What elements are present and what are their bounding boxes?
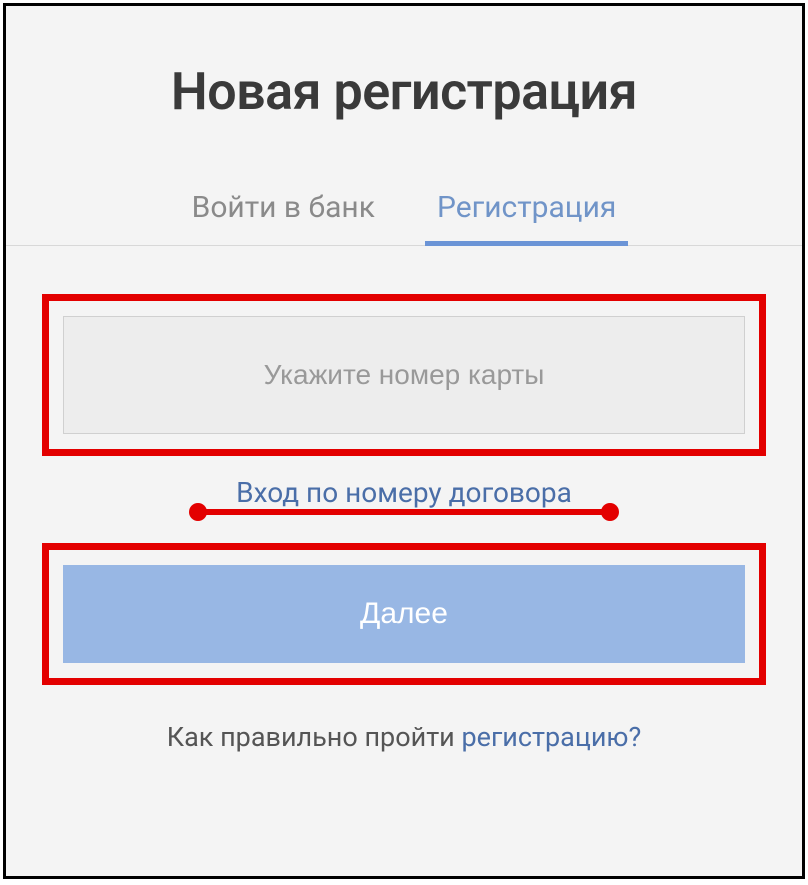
help-prefix: Как правильно пройти [167,721,462,753]
help-link[interactable]: регистрацию? [461,721,641,753]
contract-link-row: Вход по номеру договора [42,476,766,509]
form-area: Вход по номеру договора Далее Как правил… [6,246,802,783]
tab-login[interactable]: Войти в банк [186,172,381,245]
page-title: Новая регистрация [6,6,802,172]
annotation-bar [199,509,609,515]
help-text: Как правильно пройти регистрацию? [42,721,766,753]
annotation-dot-right [601,503,619,521]
card-input-highlight [42,294,766,456]
contract-login-link[interactable]: Вход по номеру договора [236,476,572,509]
next-button[interactable]: Далее [63,565,745,663]
tab-register[interactable]: Регистрация [431,172,622,245]
card-number-input[interactable] [63,316,745,434]
registration-panel: Новая регистрация Войти в банк Регистрац… [3,3,805,879]
tabs-container: Войти в банк Регистрация [6,172,802,246]
next-button-highlight: Далее [42,543,766,685]
